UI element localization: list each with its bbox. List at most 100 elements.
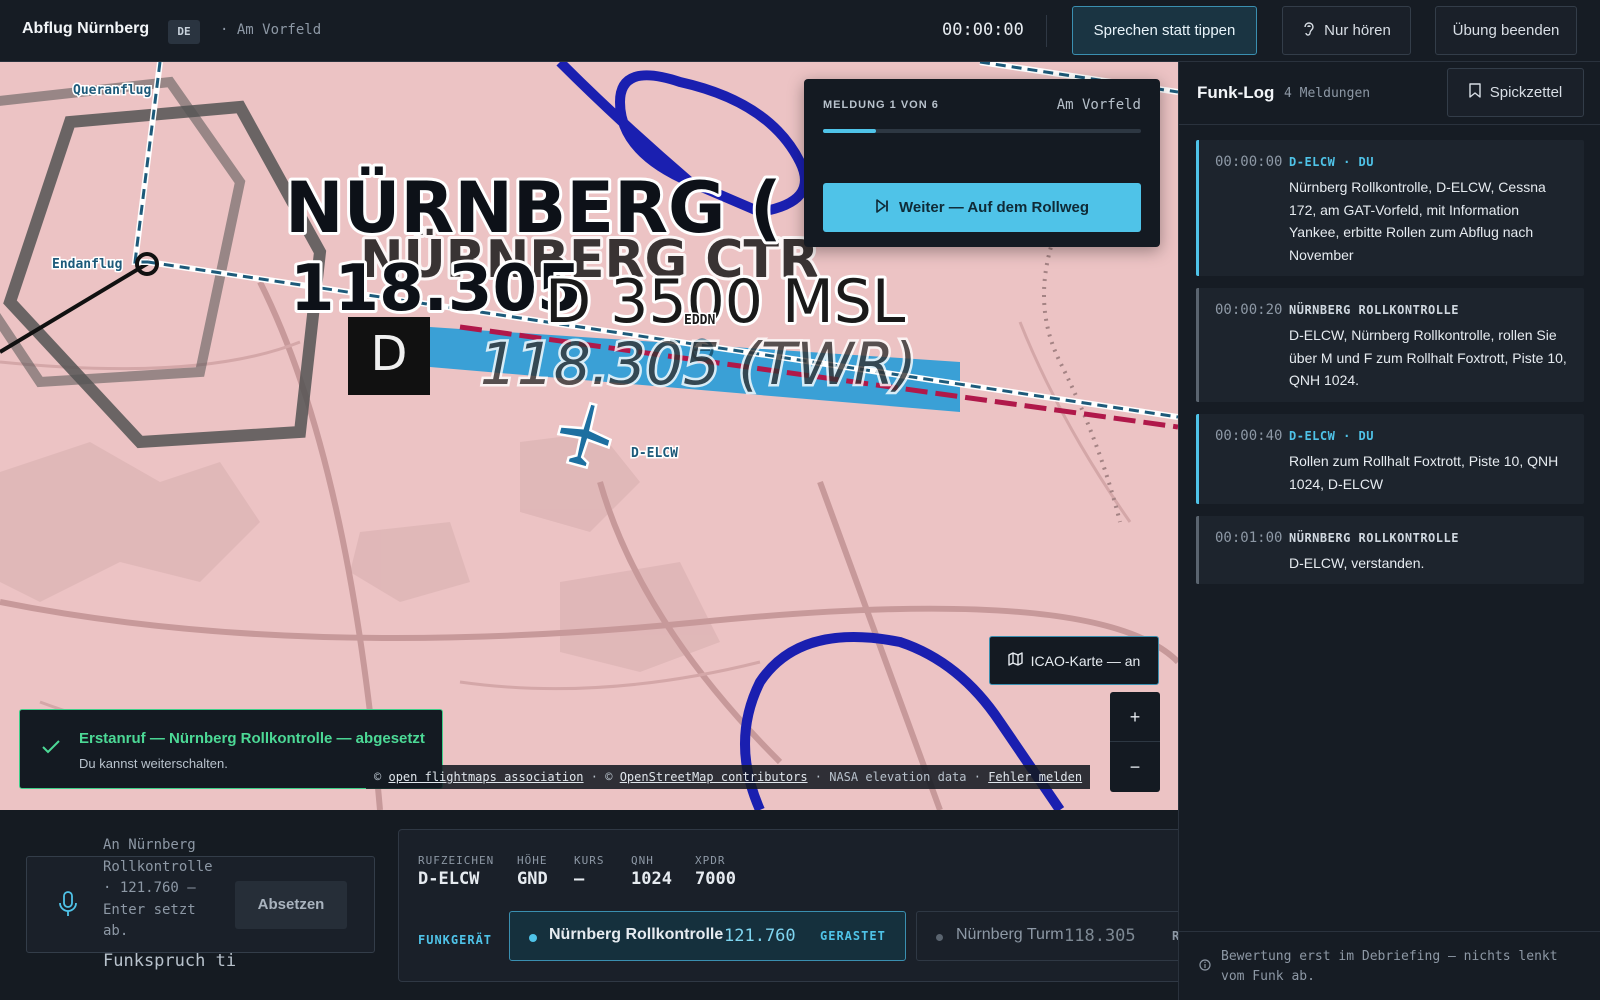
log-entry-speaker: NÜRNBERG ROLLKONTROLLE bbox=[1289, 303, 1459, 317]
log-entry-time: 00:00:40 bbox=[1215, 428, 1283, 444]
log-entry-speaker: NÜRNBERG ROLLKONTROLLE bbox=[1289, 531, 1459, 545]
radio-log-count: 4 Meldungen bbox=[1284, 86, 1371, 101]
active-channel-name: Nürnberg Rollkontrolle bbox=[549, 926, 724, 943]
message-phase: Am Vorfeld bbox=[1056, 97, 1141, 113]
info-icon bbox=[1199, 958, 1211, 976]
callsign-value: D-ELCW bbox=[418, 869, 480, 889]
tower-channel-name: Nürnberg Turm bbox=[956, 926, 1064, 943]
log-entry-time: 00:00:20 bbox=[1215, 302, 1283, 318]
session-timer: 00:00:00 bbox=[942, 20, 1024, 40]
end-exercise-button[interactable]: Übung beenden bbox=[1435, 6, 1577, 55]
log-entry-text: D-ELCW, verstanden. bbox=[1289, 555, 1425, 571]
log-entry-time: 00:00:00 bbox=[1215, 154, 1283, 170]
zoom-out-button[interactable]: − bbox=[1110, 742, 1160, 792]
toast-subtitle: Du kannst weiterschalten. bbox=[79, 756, 228, 771]
altitude-value: GND bbox=[517, 869, 548, 889]
speak-instead-of-type-button[interactable]: Sprechen statt tippen bbox=[1072, 6, 1257, 55]
tower-channel-frequency: 118.305 bbox=[1064, 926, 1136, 946]
next-step-label: Weiter — Auf dem Rollweg bbox=[898, 199, 1090, 216]
aircraft-callsign-label: D-ELCW bbox=[631, 446, 678, 461]
app-title: Abflug Nürnberg bbox=[22, 20, 150, 37]
report-error-link[interactable]: Fehler melden bbox=[988, 770, 1082, 784]
cheat-sheet-label: Spickzettel bbox=[1489, 84, 1563, 101]
log-entry-speaker: D-ELCW · DU bbox=[1289, 429, 1374, 443]
toast-title: Erstanruf — Nürnberg Rollkontrolle — abg… bbox=[79, 730, 425, 747]
log-entry-speaker: D-ELCW · DU bbox=[1289, 155, 1374, 169]
header-divider bbox=[1046, 15, 1047, 47]
microphone-icon[interactable] bbox=[59, 891, 77, 922]
icao-chart-toggle[interactable]: ICAO-Karte — an bbox=[989, 636, 1159, 685]
restricted-area-hexagon bbox=[3, 100, 327, 449]
ctr-name-label: NÜRNBERG ( bbox=[285, 167, 782, 249]
tower-frequency-label: 118.305 (TWR) bbox=[480, 330, 917, 398]
skip-forward-icon bbox=[875, 198, 889, 217]
listen-button-label: Nur hören bbox=[1324, 22, 1391, 39]
log-footer-text: Bewertung erst im Debriefing — nichts le… bbox=[1221, 949, 1558, 984]
zoom-in-button[interactable]: + bbox=[1110, 692, 1160, 742]
log-entry: 00:00:20 NÜRNBERG ROLLKONTROLLE D-ELCW, … bbox=[1196, 288, 1584, 402]
qnh-value: 1024 bbox=[631, 869, 672, 889]
bookmark-icon bbox=[1469, 83, 1481, 102]
attribution-copyright: © bbox=[374, 770, 382, 784]
next-step-button[interactable]: Weiter — Auf dem Rollweg bbox=[823, 183, 1141, 232]
zoom-control: + − bbox=[1110, 692, 1160, 792]
airport-code-label: EDDN bbox=[684, 313, 715, 328]
aircraft-status-panel: RUFZEICHEN D-ELCW HÖHE GND KURS — QNH 10… bbox=[398, 829, 1198, 982]
attribution-nasa: · NASA elevation data · bbox=[814, 770, 981, 784]
altitude-label: D 3500 MSL bbox=[545, 267, 906, 337]
active-channel-dot bbox=[529, 934, 537, 942]
radio-channel-active[interactable]: Nürnberg Rollkontrolle 121.760 GERASTET bbox=[509, 911, 906, 961]
top-bar: Abflug Nürnberg DE · Am Vorfeld 00:00:00… bbox=[0, 0, 1600, 62]
check-icon bbox=[42, 740, 60, 759]
log-entry: 00:00:00 D-ELCW · DU Nürnberg Rollkontro… bbox=[1196, 140, 1584, 276]
message-card: MELDUNG 1 VON 6 Am Vorfeld Weiter — Auf … bbox=[804, 79, 1160, 247]
log-entry: 00:01:00 NÜRNBERG ROLLKONTROLLE D-ELCW, … bbox=[1196, 516, 1584, 584]
cheat-sheet-button[interactable]: Spickzettel bbox=[1447, 68, 1584, 117]
send-button[interactable]: Absetzen bbox=[235, 881, 347, 929]
log-entry: 00:00:40 D-ELCW · DU Rollen zum Rollhalt… bbox=[1196, 414, 1584, 504]
crosswind-label: Queranflug bbox=[73, 83, 151, 98]
xpdr-value: 7000 bbox=[695, 869, 736, 889]
qnh-label: QNH bbox=[631, 854, 654, 867]
end-button-label: Übung beenden bbox=[1452, 22, 1560, 39]
final-approach-label: Endanflug bbox=[52, 257, 122, 272]
radio-call-input[interactable]: An Nürnberg Rollkontrolle · 121.760 — En… bbox=[26, 837, 375, 971]
bottom-panel: An Nürnberg Rollkontrolle · 121.760 — En… bbox=[0, 810, 1198, 1000]
radio-log-title: Funk-Log bbox=[1197, 83, 1275, 102]
heading-label: KURS bbox=[574, 854, 605, 867]
radio-label: FUNKGERÄT bbox=[418, 933, 493, 947]
tower-channel-dot bbox=[936, 934, 943, 941]
altitude-label: HÖHE bbox=[517, 854, 548, 867]
radio-log-panel: Funk-Log 4 Meldungen Spickzettel 00:00:0… bbox=[1178, 62, 1600, 1000]
log-footer: Bewertung erst im Debriefing — nichts le… bbox=[1179, 931, 1600, 1000]
listen-only-button[interactable]: Nur hören bbox=[1282, 6, 1411, 55]
heading-value: — bbox=[574, 869, 585, 889]
speak-button-label: Sprechen statt tippen bbox=[1093, 22, 1236, 39]
airspace-class-box-label: D bbox=[371, 326, 408, 382]
phase-label: · Am Vorfeld bbox=[220, 22, 322, 38]
map-view[interactable]: D NÜRNBERG CTR NÜRNBERG ( 118.305 D 3500… bbox=[0, 62, 1178, 810]
map-icon bbox=[1007, 652, 1023, 669]
log-entry-text: D-ELCW, Nürnberg Rollkontrolle, rollen S… bbox=[1289, 327, 1567, 388]
message-progress-fill bbox=[823, 129, 876, 133]
ear-icon bbox=[1302, 21, 1316, 41]
map-attribution: © open flightmaps association · © OpenSt… bbox=[366, 765, 1091, 789]
input-value[interactable]: Funkspruch ti bbox=[103, 951, 236, 971]
log-entry-time: 00:01:00 bbox=[1215, 530, 1283, 546]
message-counter: MELDUNG 1 VON 6 bbox=[823, 99, 939, 111]
active-channel-frequency: 121.760 bbox=[724, 926, 796, 946]
callsign-label: RUFZEICHEN bbox=[418, 854, 495, 867]
xpdr-label: XPDR bbox=[695, 854, 726, 867]
osm-link[interactable]: OpenStreetMap contributors bbox=[620, 770, 808, 784]
active-channel-tag: GERASTET bbox=[820, 929, 886, 943]
log-divider bbox=[1179, 124, 1600, 125]
icao-toggle-label: ICAO-Karte — an bbox=[1030, 652, 1141, 669]
log-entry-text: Nürnberg Rollkontrolle, D-ELCW, Cessna 1… bbox=[1289, 179, 1546, 263]
ctr-frequency-label: 118.305 bbox=[290, 252, 582, 326]
ofma-link[interactable]: open flightmaps association bbox=[388, 770, 583, 784]
language-badge: DE bbox=[168, 20, 200, 44]
radio-channel-tower[interactable]: Nürnberg Turm 118.305 R bbox=[916, 911, 1197, 961]
input-placeholder: An Nürnberg Rollkontrolle · 121.760 — En… bbox=[103, 837, 213, 939]
log-entry-text: Rollen zum Rollhalt Foxtrott, Piste 10, … bbox=[1289, 453, 1559, 492]
message-progress-bar bbox=[823, 129, 1141, 133]
